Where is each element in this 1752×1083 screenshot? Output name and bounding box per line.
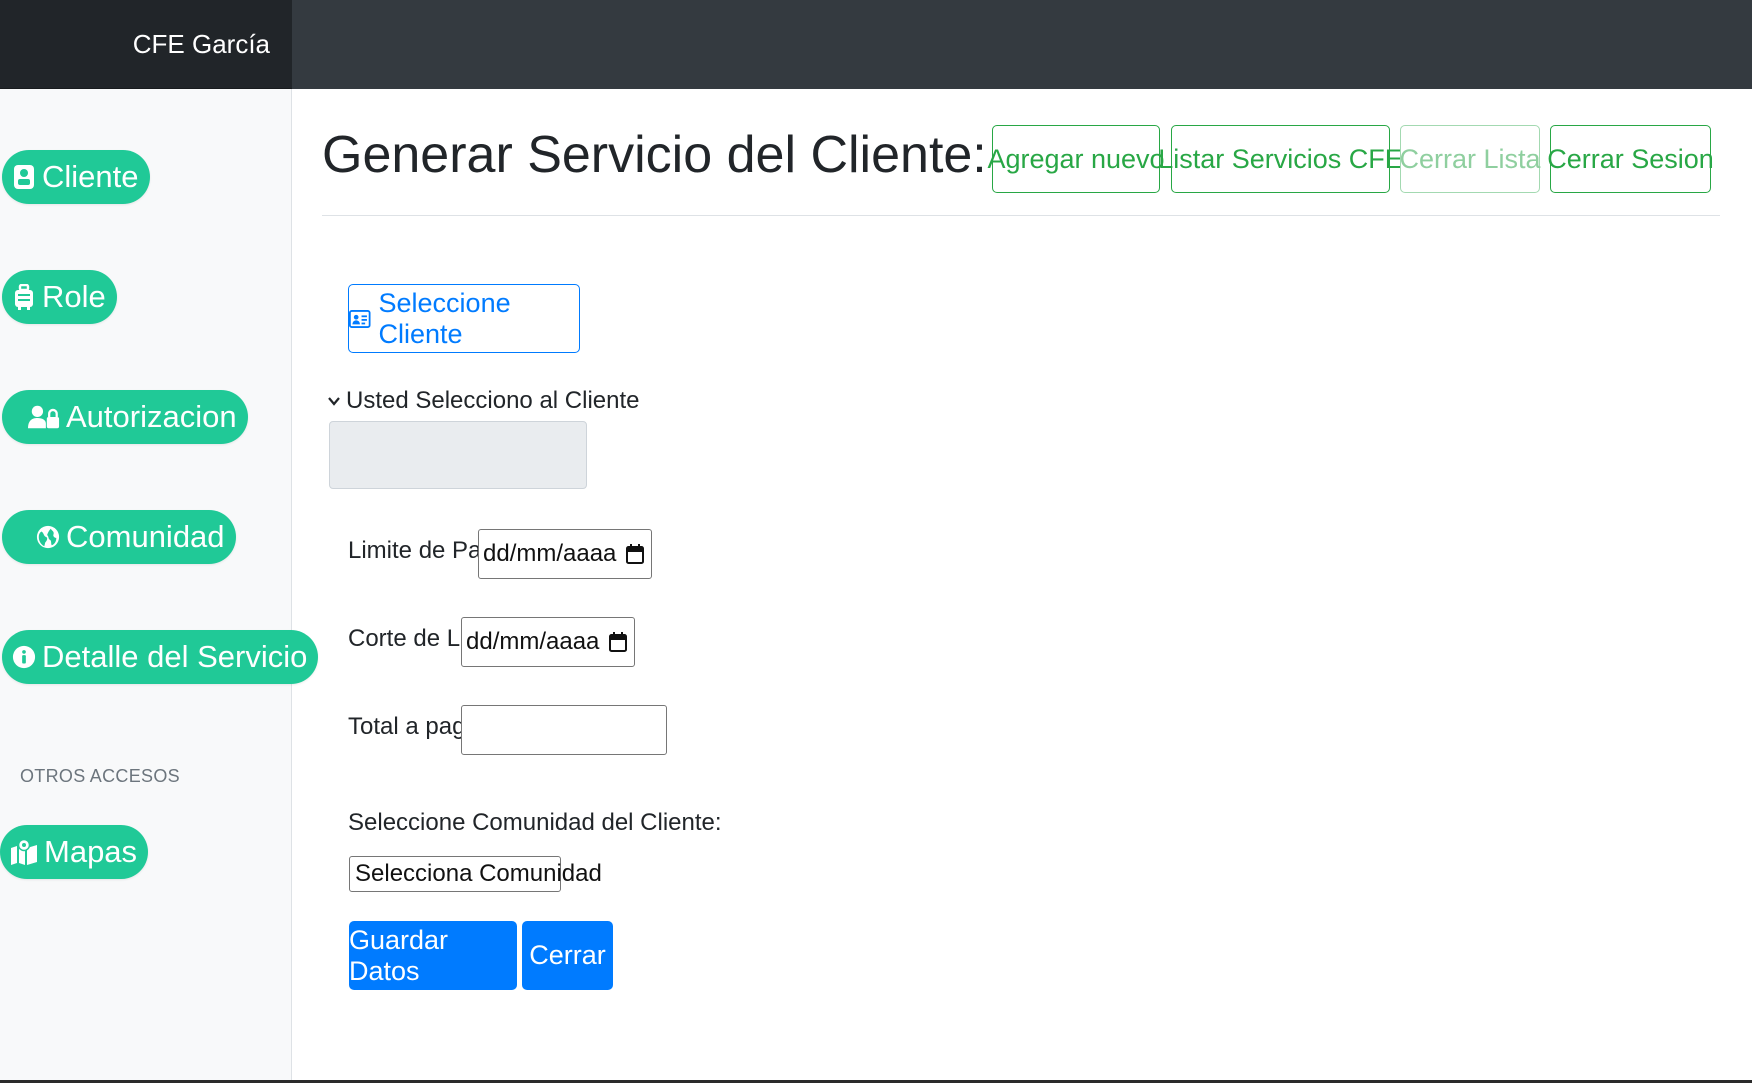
- comunidad-select[interactable]: Selecciona Comunidad: [349, 856, 602, 892]
- sidebar-section-heading: OTROS ACCESOS: [20, 766, 180, 786]
- comunidad-label: Seleccione Comunidad del Cliente:: [348, 809, 722, 836]
- calendar-icon: [609, 632, 627, 652]
- sidebar-item-cliente[interactable]: Cliente: [2, 150, 150, 204]
- corte-luz-value: dd/mm/aaaa: [466, 628, 600, 655]
- address-card-icon: [349, 309, 371, 328]
- cerrar-button[interactable]: Cerrar: [522, 921, 613, 990]
- seleccione-cliente-label: Seleccione Cliente: [378, 287, 511, 349]
- sidebar-item-detalle-servicio[interactable]: Detalle del Servicio: [2, 630, 319, 684]
- main-content: Generar Servicio del Cliente: Agregar nu…: [292, 89, 1752, 1083]
- brand-link[interactable]: CFE García: [0, 0, 292, 89]
- suitcase-icon: [15, 284, 33, 310]
- seleccione-cliente-button[interactable]: Seleccione Cliente: [348, 284, 580, 353]
- sidebar-item-label: Autorizacion: [66, 399, 237, 434]
- brand-label: CFE García: [132, 29, 270, 59]
- info-circle-icon: [12, 645, 36, 669]
- id-card-icon: [14, 165, 34, 189]
- cerrar-lista-button[interactable]: Cerrar Lista: [1399, 125, 1541, 193]
- top-navbar: CFE García: [0, 0, 1752, 89]
- sidebar-item-label: Mapas: [44, 834, 138, 869]
- sidebar-item-comunidad[interactable]: Comunidad: [2, 510, 236, 564]
- selected-client-summary-label: Usted Selecciono al Cliente: [346, 387, 640, 414]
- map-marked-icon: [11, 839, 37, 865]
- agregar-nuevo-button[interactable]: Agregar nuevo: [987, 125, 1165, 193]
- limite-pago-value: dd/mm/aaaa: [483, 540, 617, 567]
- total-pagar-input[interactable]: [461, 705, 667, 755]
- limite-pago-date-input[interactable]: dd/mm/aaaa: [478, 529, 652, 579]
- listar-servicios-button[interactable]: Listar Servicios CFE: [1158, 125, 1403, 193]
- globe-icon: [36, 525, 60, 549]
- selected-client-display: [329, 421, 587, 489]
- comunidad-select-value: Selecciona Comunidad: [355, 860, 602, 887]
- guardar-datos-button[interactable]: Guardar Datos: [349, 921, 517, 990]
- sidebar-item-label: Cliente: [42, 159, 139, 194]
- sidebar-item-label: Role: [42, 279, 106, 314]
- sidebar-item-mapas[interactable]: Mapas: [0, 825, 149, 879]
- cerrar-sesion-button[interactable]: Cerrar Sesion: [1547, 125, 1714, 193]
- sidebar-item-role[interactable]: Role: [2, 270, 117, 324]
- sidebar-item-autorizacion[interactable]: Autorizacion: [2, 390, 248, 444]
- corte-luz-date-input[interactable]: dd/mm/aaaa: [461, 617, 635, 667]
- sidebar-item-label: Comunidad: [66, 519, 225, 554]
- header-divider: [322, 215, 1720, 216]
- calendar-icon: [626, 544, 644, 564]
- sidebar: Cliente Role Autorizacion Comunidad Deta…: [0, 89, 319, 1083]
- chevron-down-icon: [328, 397, 340, 406]
- sidebar-item-label: Detalle del Servicio: [42, 639, 308, 674]
- selected-client-summary[interactable]: Usted Selecciono al Cliente: [328, 387, 640, 415]
- user-lock-icon: [28, 405, 60, 429]
- page-title: Generar Servicio del Cliente:: [322, 126, 987, 184]
